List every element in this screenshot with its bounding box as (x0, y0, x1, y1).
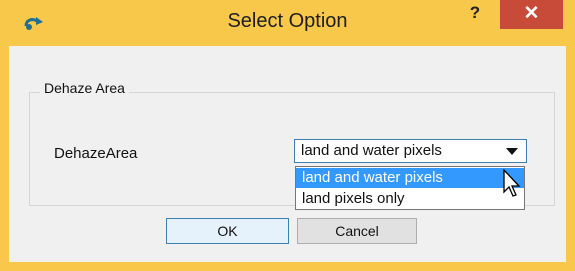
select-dropdown-list: land and water pixels land pixels only (295, 166, 525, 210)
chevron-down-icon[interactable] (506, 148, 518, 155)
select-value: land and water pixels (301, 142, 442, 159)
close-button[interactable]: ✕ (500, 0, 563, 29)
option-land-pixels-only[interactable]: land pixels only (296, 189, 524, 209)
cancel-button[interactable]: Cancel (297, 218, 417, 244)
group-title: Dehaze Area (40, 80, 129, 96)
option-land-and-water-pixels[interactable]: land and water pixels (296, 168, 524, 188)
select-option-dialog: Select Option ? ✕ Dehaze Area DehazeArea… (0, 0, 575, 271)
dehaze-area-select[interactable]: land and water pixels (294, 139, 527, 163)
mouse-pointer-icon (503, 169, 521, 197)
dehaze-area-label: DehazeArea (54, 145, 138, 162)
ok-button[interactable]: OK (166, 218, 289, 244)
help-button[interactable]: ? (462, 3, 488, 27)
title-bar[interactable]: Select Option ? ✕ (0, 0, 575, 46)
dialog-title: Select Option (227, 10, 348, 32)
